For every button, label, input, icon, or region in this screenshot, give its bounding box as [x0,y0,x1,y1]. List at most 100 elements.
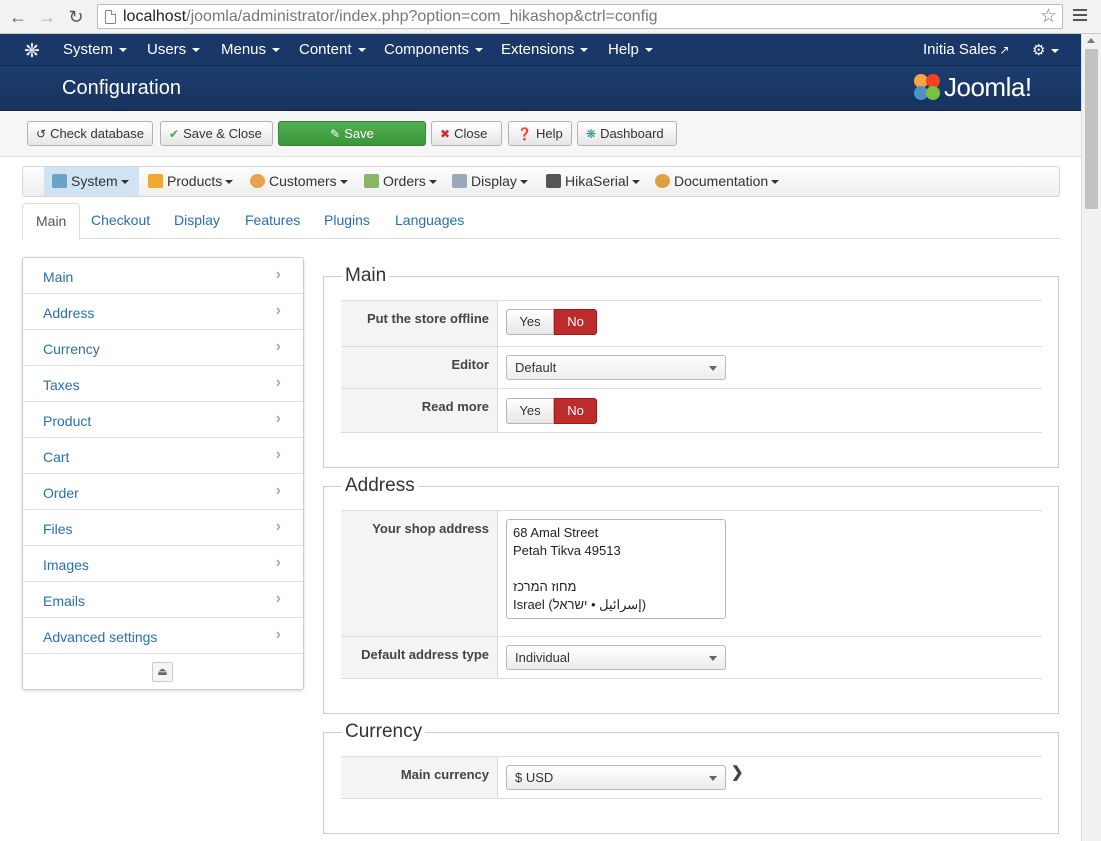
dropdown-arrow-icon [709,656,717,661]
nav-item-emails[interactable]: Emails › [23,582,303,618]
readmore-yes-button[interactable]: Yes [506,398,554,424]
customers-icon [250,174,265,188]
logo-dot-green [926,86,940,100]
address-legend: Address [342,475,418,497]
reload-icon[interactable]: ↻ [66,7,86,27]
submenu-products[interactable]: Products [140,167,241,196]
dashboard-button[interactable]: ❋ Dashboard [577,121,677,146]
forward-arrow-icon[interactable]: → [37,7,57,27]
offline-no-button[interactable]: No [554,309,597,335]
eject-icon: ⏏ [157,666,168,678]
menu-users[interactable]: Users [147,41,201,58]
nav-item-address[interactable]: Address › [23,294,303,330]
tab-display[interactable]: Display [161,203,233,239]
submenu-system[interactable]: System [44,167,139,196]
go-to-currency-arrow-icon[interactable]: ❯ [731,763,744,781]
nav-item-main[interactable]: Main › [23,258,303,294]
tab-features[interactable]: Features [232,203,313,239]
page-title: Configuration [62,77,181,99]
chevron-right-icon: › [275,302,281,319]
site-link[interactable]: Initia Sales ↗ [923,41,1009,58]
action-toolbar: ↺ Check database ✔ Save & Close ✎ Save ✖ Clo… [0,111,1081,157]
offline-label: Put the store offline [341,301,498,346]
joomla-brand-text: Joomla! [944,72,1032,102]
page-header: Configuration Joomla! [0,66,1081,111]
nav-item-files[interactable]: Files › [23,510,303,546]
submenu-documentation[interactable]: Documentation [647,167,787,196]
documentation-icon [655,174,670,188]
page-icon [105,10,116,24]
nav-label: Main [43,269,74,285]
nav-item-product[interactable]: Product › [23,402,303,438]
chevron-right-icon: › [275,554,281,571]
nav-label: Currency [43,341,100,357]
main-currency-row: Main currency $ USD ❯ [341,756,1042,799]
currency-legend: Currency [342,721,426,743]
tab-plugins[interactable]: Plugins [311,203,383,239]
readmore-row: Read more Yes No [341,388,1042,433]
offline-toggle: Yes No [506,309,598,335]
save-close-button[interactable]: ✔ Save & Close [160,121,273,146]
user-settings-menu[interactable]: ⚙ [1032,41,1060,59]
external-link-icon: ↗ [999,43,1010,57]
default-address-type-label: Default address type [341,637,498,678]
chevron-right-icon: › [275,482,281,499]
bookmark-star-icon[interactable]: ☆ [1040,5,1057,28]
address-bar[interactable]: localhost/joomla/administrator/index.php… [97,4,1063,29]
editor-select[interactable]: Default [506,355,726,380]
submenu-orders[interactable]: Orders [356,167,445,196]
admin-top-navbar: ❋ System Users Menus Content Components … [0,34,1081,66]
menu-extensions[interactable]: Extensions [501,41,589,58]
chevron-right-icon: › [275,374,281,391]
main-currency-select[interactable]: $ USD [506,765,726,790]
tab-main[interactable]: Main [22,203,81,240]
page-scrollbar[interactable] [1081,34,1101,841]
help-button[interactable]: ❓ Help [508,121,572,146]
menu-menus[interactable]: Menus [221,41,281,58]
joomla-logo-icon[interactable]: ❋ [24,40,40,63]
menu-help[interactable]: Help [608,41,653,58]
offline-yes-button[interactable]: Yes [506,309,554,335]
menu-system[interactable]: System [63,41,128,58]
save-button[interactable]: ✎ Save [278,121,426,146]
address-fieldset: Address Your shop address 68 Amal Street… [323,475,1059,714]
config-tabs: Main Checkout Display Features Plugins L… [22,203,1060,240]
nav-item-taxes[interactable]: Taxes › [23,366,303,402]
submenu-display[interactable]: Display [444,167,536,196]
browser-menu-icon[interactable] [1073,9,1087,23]
main-currency-label: Main currency [341,757,498,798]
back-arrow-icon[interactable]: ← [8,7,28,27]
shop-address-textarea[interactable]: 68 Amal Street Petah Tikva 49513 מחוז המ… [506,519,726,619]
submenu-hikaserial[interactable]: HikaSerial [538,167,648,196]
close-button[interactable]: ✖ Close [431,121,502,146]
nav-item-cart[interactable]: Cart › [23,438,303,474]
chevron-right-icon: › [275,626,281,643]
nav-label: Advanced settings [43,629,158,645]
menu-components[interactable]: Components [384,41,484,58]
scrollbar-thumb[interactable] [1085,49,1098,209]
readmore-no-button[interactable]: No [554,398,597,424]
nav-item-advanced-settings[interactable]: Advanced settings › [23,618,303,654]
tab-checkout[interactable]: Checkout [78,203,163,239]
dropdown-arrow-icon [709,366,717,371]
edit-icon: ✎ [330,127,341,141]
default-address-type-select[interactable]: Individual [506,645,726,670]
main-fieldset: Main Put the store offline Yes No Editor… [323,265,1059,468]
dropdown-arrow-icon [709,776,717,781]
menu-content[interactable]: Content [299,41,366,58]
scroll-up-arrow-icon[interactable] [1087,38,1095,43]
tab-languages[interactable]: Languages [382,203,477,239]
submenu-customers[interactable]: Customers [242,167,356,196]
hikashop-submenu: System Products Customers Orders Display… [22,166,1060,197]
nav-label: Images [43,557,89,573]
collapse-nav-button[interactable]: ⏏ [152,662,173,682]
dashboard-icon: ❋ [586,127,597,141]
nav-item-currency[interactable]: Currency › [23,330,303,366]
checkmark-icon: ✔ [169,127,180,141]
products-icon [148,174,163,188]
nav-item-images[interactable]: Images › [23,546,303,582]
nav-item-order[interactable]: Order › [23,474,303,510]
check-database-button[interactable]: ↺ Check database [27,121,153,146]
readmore-toggle: Yes No [506,398,598,424]
nav-label: Cart [43,449,70,465]
